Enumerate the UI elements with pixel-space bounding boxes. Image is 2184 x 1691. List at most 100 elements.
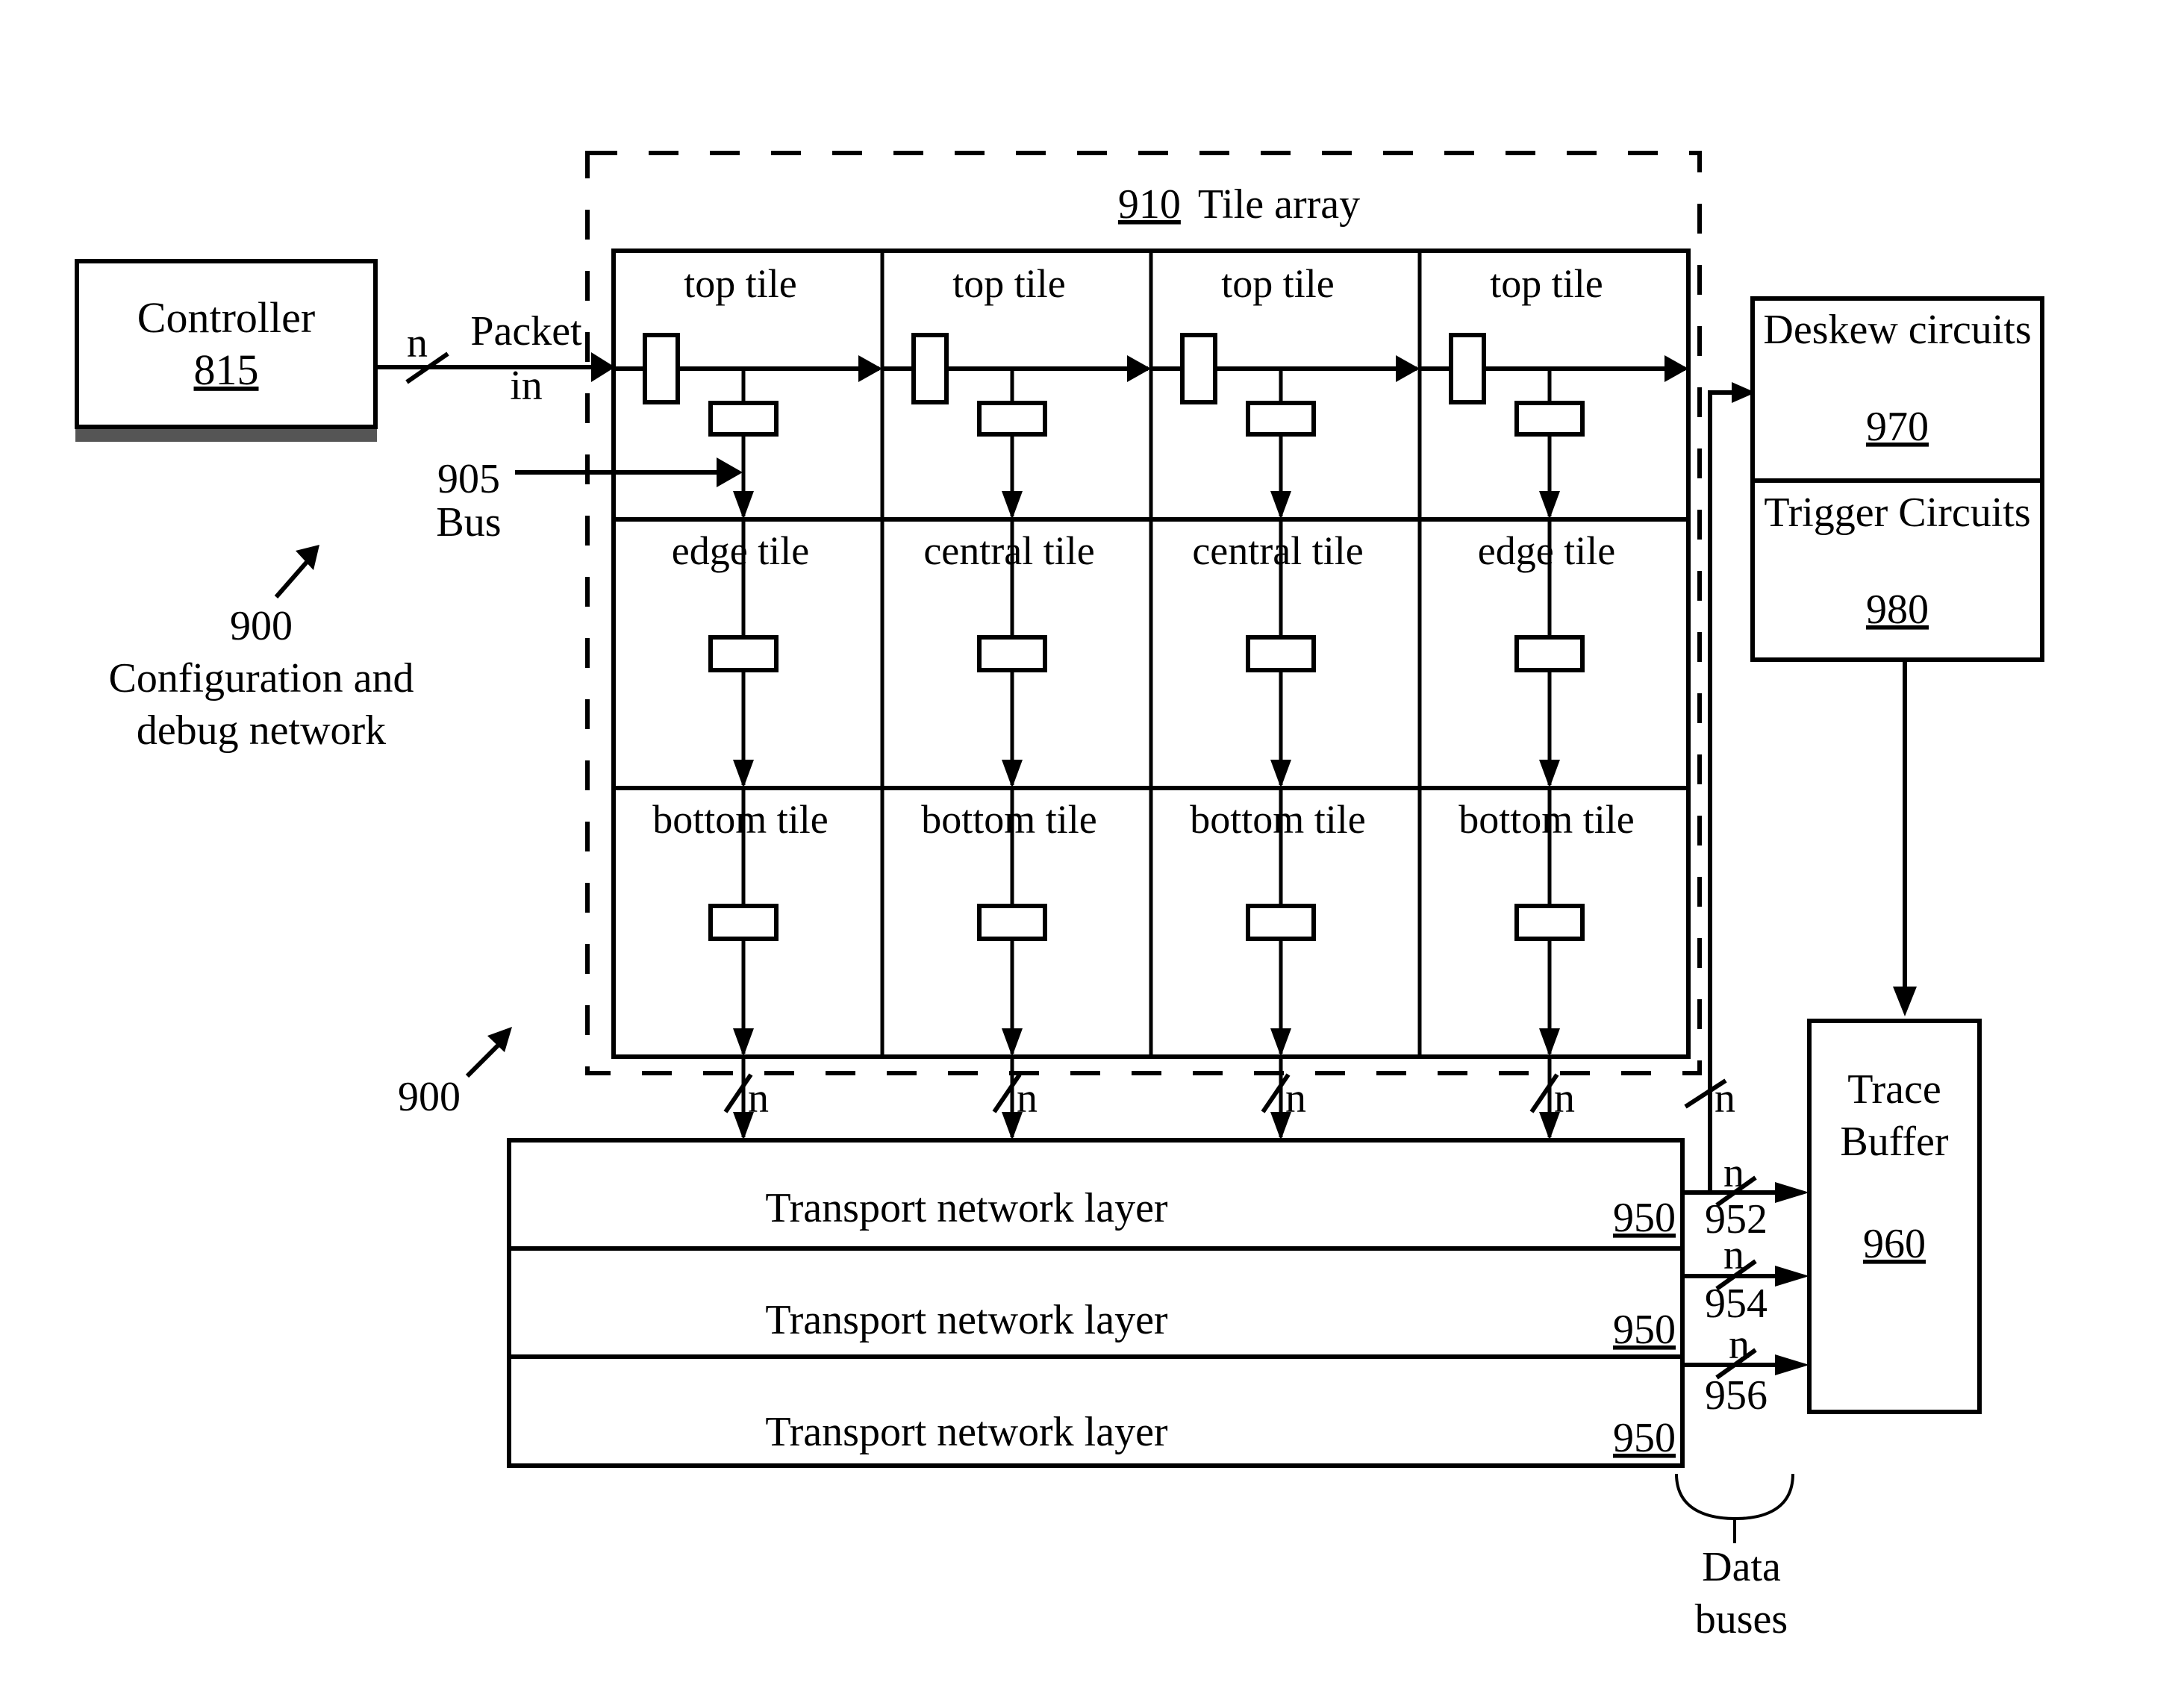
trace-buffer-title-line2: Buffer [1840, 1119, 1948, 1165]
trace-buffer-title-line1: Trace [1847, 1066, 1941, 1113]
tile-output-width-label: n [748, 1075, 769, 1122]
tile-output-width-label: n [1285, 1075, 1306, 1122]
network-label-line1: Configuration and [108, 655, 414, 701]
down-arrowhead [1539, 760, 1560, 788]
tile[interactable]: central tile [923, 519, 1095, 788]
trigger-to-trace-link [1893, 660, 1917, 1016]
tile-label: top tile [1221, 261, 1334, 306]
network-ref-2: 900 [398, 1074, 461, 1120]
right-arrowhead [858, 355, 882, 382]
bus-register [708, 904, 779, 941]
deskew-ref: 970 [1866, 404, 1929, 450]
controller-box [75, 259, 378, 429]
tap-register [1514, 401, 1585, 437]
network-pointer-line-2 [465, 1043, 501, 1078]
down-arrowhead [1002, 760, 1023, 788]
data-bus-width-label: n [1723, 1150, 1744, 1196]
tile-array: 910 Tile array top tile top tile top tile t… [585, 151, 1702, 1075]
data-bus-952: n 952 [1682, 1150, 1809, 1243]
data-bus-width-label: n [1723, 1232, 1744, 1278]
trigger-to-trace-arrowhead [1893, 987, 1917, 1016]
tile[interactable]: top tile [882, 261, 1151, 519]
tile[interactable]: top tile [614, 261, 882, 519]
data-bus-width-label: n [1729, 1322, 1750, 1368]
tile-label: bottom tile [921, 797, 1097, 842]
tile-array-name: Tile array [1198, 181, 1360, 228]
controller-block[interactable]: Controller 815 [75, 259, 378, 442]
tap-register [977, 401, 1047, 437]
data-bus-956: n 956 [1682, 1322, 1809, 1419]
tile-output-width-label: n [1017, 1075, 1038, 1122]
tile[interactable]: top tile [1420, 261, 1688, 519]
tile-label: central tile [923, 528, 1094, 573]
tile-output-width-slash [723, 1073, 753, 1113]
tap-register [1246, 401, 1316, 437]
trigger-ref: 980 [1866, 587, 1929, 633]
data-bus-arrowhead [1775, 1182, 1809, 1203]
transport-layer[interactable]: Transport network layer 950 [765, 1409, 1676, 1461]
transport-layer[interactable]: Transport network layer 950 [765, 1297, 1676, 1353]
bus-register [1514, 904, 1585, 941]
data-buses-caption-line1: Data [1702, 1544, 1781, 1590]
tile-array-ref: 910 [1118, 181, 1181, 228]
tile[interactable]: top tile [1151, 261, 1420, 519]
bus-ref: 905 [437, 456, 500, 502]
deskew-circuits-block[interactable]: Deskew circuits 970 [1750, 296, 2044, 483]
tile[interactable]: central tile [1192, 519, 1364, 788]
network-pointer-arrowhead [296, 545, 319, 570]
tile[interactable]: edge tile [672, 519, 809, 788]
down-arrowhead [1270, 491, 1291, 519]
pipeline-register [643, 333, 680, 404]
transport-layer-label: Transport network layer [765, 1185, 1168, 1231]
tile-output-bus: n [723, 1057, 769, 1140]
transport-layer-label: Transport network layer [765, 1297, 1168, 1343]
down-arrowhead [733, 491, 754, 519]
down-arrowhead [1539, 491, 1560, 519]
bus-register [708, 635, 779, 672]
tile-output-bus: n [1261, 1057, 1306, 1140]
network-label-line2: debug network [137, 707, 386, 754]
tile[interactable]: edge tile [1478, 519, 1615, 788]
trigger-circuits-block[interactable]: Trigger Circuits 980 [1750, 478, 2044, 662]
tile-output-buses: nnnn [723, 1057, 1575, 1140]
transport-network-layers: Transport network layer 950 Transport ne… [507, 1138, 1685, 1468]
tile-output-width-slash [992, 1073, 1022, 1113]
pipeline-register [911, 333, 949, 404]
tile[interactable]: bottom tile [1458, 788, 1635, 1057]
controller-ref: 815 [194, 346, 259, 394]
network-ref: 900 [230, 603, 293, 649]
tile[interactable]: bottom tile [1190, 788, 1366, 1057]
bus-register [1514, 635, 1585, 672]
transport-layer-ref: 950 [1613, 1415, 1676, 1461]
trace-buffer-ref: 960 [1863, 1221, 1926, 1267]
tile-label: top tile [1490, 261, 1603, 306]
pipeline-register [1180, 333, 1217, 404]
data-bus-ref: 956 [1705, 1372, 1768, 1419]
configuration-debug-network-diagram: Controller 815 n Packet in 905 Bus 900 C… [75, 151, 2044, 1642]
data-bus-ref: 954 [1705, 1281, 1768, 1327]
brace-curve [1675, 1473, 1794, 1521]
deskew-title: Deskew circuits [1763, 307, 2031, 353]
bus-register [1246, 635, 1316, 672]
packet-in-label-line2: in [510, 363, 543, 409]
tile-output-width-slash [1261, 1073, 1291, 1113]
tile-label: bottom tile [652, 797, 829, 842]
down-arrowhead [1270, 1028, 1291, 1057]
right-arrowhead [1127, 355, 1151, 382]
tile-label: bottom tile [1458, 797, 1635, 842]
packet-in-width-label: n [407, 320, 428, 366]
tile-label: edge tile [672, 528, 809, 573]
tile-label: top tile [952, 261, 1065, 306]
data-buses-brace: Data buses [1675, 1473, 1794, 1642]
network-pointer-arrowhead-2 [487, 1027, 512, 1052]
transport-layer[interactable]: Transport network layer 950 [765, 1185, 1676, 1241]
tile[interactable]: bottom tile [921, 788, 1097, 1057]
trace-buffer-block[interactable]: Trace Buffer 960 [1807, 1019, 1982, 1414]
transport-layer-ref: 950 [1613, 1307, 1676, 1353]
tap-register [708, 401, 779, 437]
tile-output-width-slash [1529, 1073, 1559, 1113]
tile-output-width-label: n [1554, 1075, 1575, 1122]
tile-grid: top tile top tile top tile top tile edge til… [611, 249, 1691, 1059]
packet-in-connection: n Packet in [375, 308, 615, 409]
tile[interactable]: bottom tile [652, 788, 829, 1057]
